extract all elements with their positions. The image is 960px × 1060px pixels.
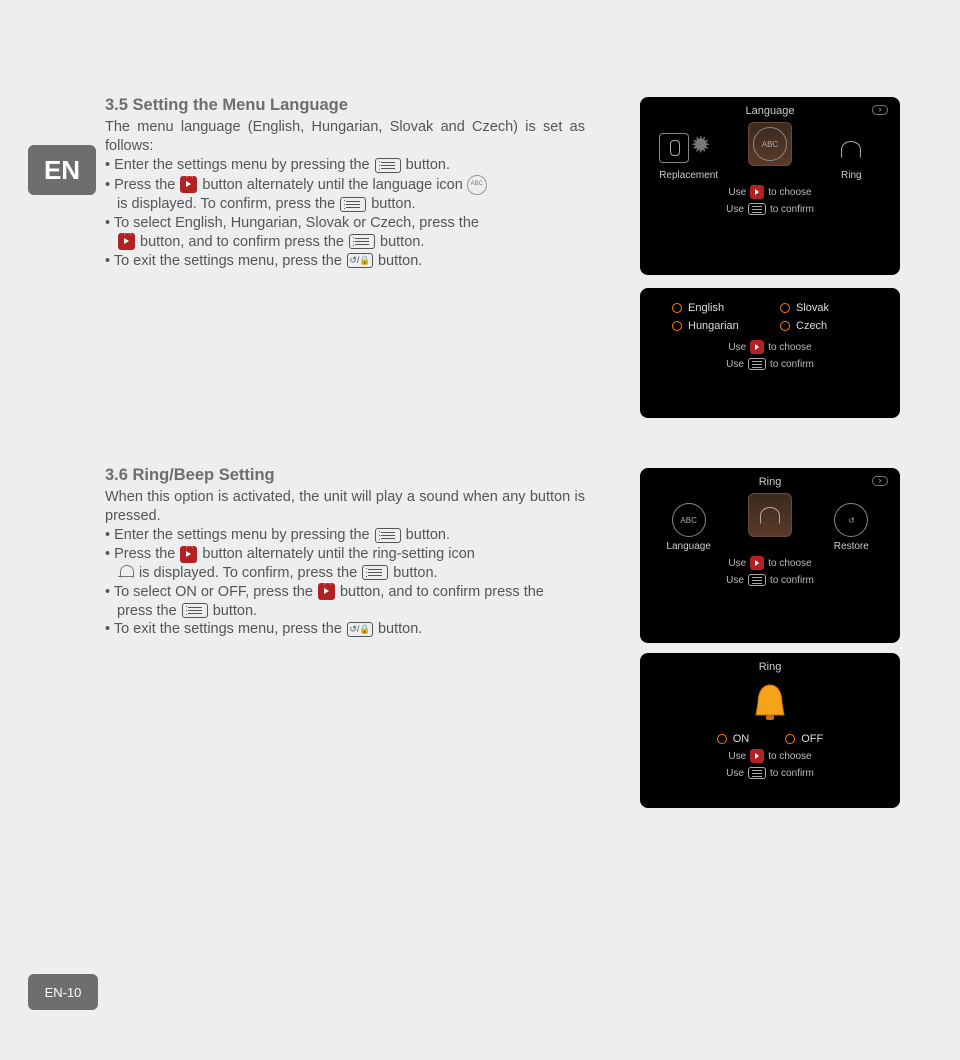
step-confirm-onoff: press the button. (105, 602, 585, 621)
radio-icon (672, 303, 682, 313)
abc-icon: ABC (467, 175, 487, 195)
radio-icon (672, 321, 682, 331)
hint-choose: Useto choose (648, 185, 892, 199)
menu-button-icon (182, 603, 208, 618)
nav-arrow-icon (872, 105, 888, 115)
menu-button-icon (375, 528, 401, 543)
step-press-alternately: Press the button alternately until the l… (105, 175, 585, 195)
menu-button-icon (340, 197, 366, 212)
play-button-icon (180, 176, 197, 193)
exit-button-icon: ↺/🔒 (347, 253, 373, 268)
step-select-language: To select English, Hungarian, Slovak or … (105, 214, 585, 233)
device-screen-language-options: English Slovak Hungarian Czech Useto cho… (640, 288, 900, 418)
hint-choose: Useto choose (648, 556, 892, 570)
restore-icon: ↺ (834, 503, 868, 537)
device-screen-ring: Ring ABC Language ↺ Restore Useto choose… (640, 468, 900, 643)
menu-item-language-selected: ABC (740, 122, 800, 181)
option-hungarian: Hungarian (672, 320, 760, 332)
menu-item-restore: ↺ Restore (821, 503, 881, 552)
menu-button-icon (362, 565, 388, 580)
screen-title: Language (746, 105, 795, 117)
screen-title: Ring (759, 476, 782, 488)
abc-icon: ABC (753, 127, 787, 161)
exit-button-icon: ↺/🔒 (347, 622, 373, 637)
step-bell-confirm: is displayed. To confirm, press the butt… (105, 564, 585, 583)
radio-icon (785, 734, 795, 744)
step-select-onoff: To select ON or OFF, press the button, a… (105, 583, 585, 602)
menu-button-icon (748, 767, 766, 779)
screen-title: Ring (759, 661, 782, 673)
nav-arrow-icon (872, 476, 888, 486)
step-enter-menu: Enter the settings menu by pressing the … (105, 526, 585, 545)
abc-icon: ABC (672, 503, 706, 537)
section-ring-setting: 3.6 Ring/Beep Setting When this option i… (105, 465, 585, 639)
hint-choose: Useto choose (648, 749, 892, 763)
bell-icon (753, 498, 787, 532)
hint-confirm: Useto confirm (648, 358, 892, 370)
hint-confirm: Useto confirm (648, 203, 892, 215)
device-screen-ring-options: Ring ON OFF Useto choose Useto confirm (640, 653, 900, 808)
step-exit-menu: To exit the settings menu, press the ↺/🔒… (105, 252, 585, 271)
play-button-icon (750, 340, 764, 354)
sparkle-icon (689, 133, 719, 163)
radio-icon (780, 321, 790, 331)
menu-button-icon (748, 358, 766, 370)
step-exit-menu: To exit the settings menu, press the ↺/🔒… (105, 620, 585, 639)
menu-button-icon (375, 158, 401, 173)
play-button-icon (750, 749, 764, 763)
section-intro: When this option is activated, the unit … (105, 488, 585, 526)
bell-icon (834, 132, 868, 166)
play-button-icon (118, 233, 135, 250)
step-select-language-2: button, and to confirm press the button. (105, 233, 585, 252)
section-language-setting: 3.5 Setting the Menu Language The menu l… (105, 95, 585, 270)
device-screen-language: Language Replacement ABC Ring Useto choo… (640, 97, 900, 275)
section-title: 3.6 Ring/Beep Setting (105, 465, 585, 486)
menu-button-icon (748, 574, 766, 586)
radio-icon (717, 734, 727, 744)
step-enter-menu: Enter the settings menu by pressing the … (105, 156, 585, 175)
bell-large-icon (746, 681, 794, 729)
menu-item-replacement: Replacement (659, 133, 719, 181)
play-button-icon (180, 546, 197, 563)
section-intro: The menu language (English, Hungarian, S… (105, 118, 585, 156)
menu-item-ring-selected (740, 493, 800, 552)
section-title: 3.5 Setting the Menu Language (105, 95, 585, 116)
radio-icon (780, 303, 790, 313)
menu-item-ring: Ring (821, 132, 881, 181)
replacement-icon (659, 133, 689, 163)
hint-confirm: Useto confirm (648, 767, 892, 779)
hint-choose: Useto choose (648, 340, 892, 354)
option-slovak: Slovak (780, 302, 868, 314)
bell-icon (117, 564, 135, 582)
step-confirm-line: is displayed. To confirm, press the butt… (105, 195, 585, 214)
option-off: OFF (785, 733, 823, 745)
step-press-alternately: Press the button alternately until the r… (105, 545, 585, 564)
menu-button-icon (748, 203, 766, 215)
hint-confirm: Useto confirm (648, 574, 892, 586)
play-button-icon (750, 185, 764, 199)
page-number-tab: EN-10 (28, 974, 98, 1010)
option-czech: Czech (780, 320, 868, 332)
menu-item-language: ABC Language (659, 503, 719, 552)
menu-button-icon (349, 234, 375, 249)
play-button-icon (750, 556, 764, 570)
option-on: ON (717, 733, 750, 745)
option-english: English (672, 302, 760, 314)
language-tab: EN (28, 145, 96, 195)
play-button-icon (318, 583, 335, 600)
